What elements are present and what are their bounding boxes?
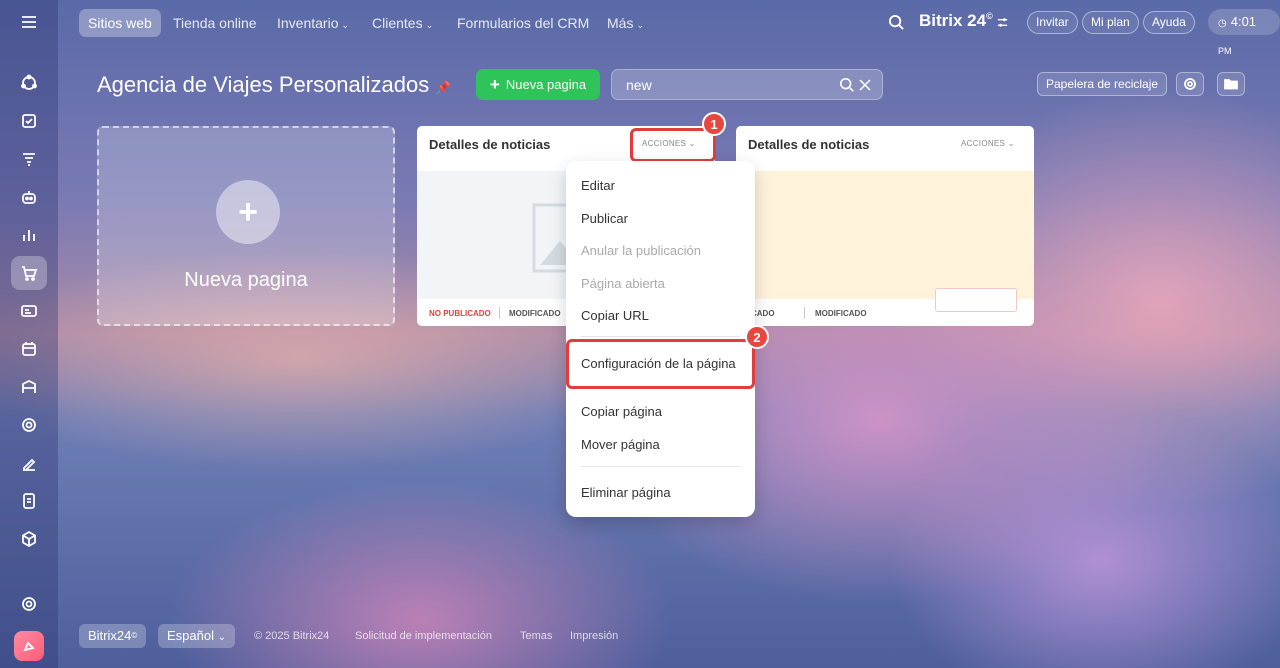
app-icon[interactable] <box>14 631 44 661</box>
highlight-actions <box>630 128 716 162</box>
search-field[interactable] <box>611 69 883 100</box>
inventory-icon[interactable] <box>11 522 47 556</box>
footer-link-themes[interactable]: Temas <box>520 630 552 642</box>
menu-item-pagina-abierta: Página abierta <box>581 276 665 291</box>
invite-button[interactable]: Invitar <box>1027 11 1078 34</box>
tab-sitios-web[interactable]: Sitios web <box>79 9 161 37</box>
menu-item-copiar-pagina[interactable]: Copiar página <box>581 404 662 419</box>
menu-item-eliminar-pagina[interactable]: Eliminar página <box>581 485 671 500</box>
clear-icon[interactable] <box>859 79 871 91</box>
actions-button[interactable]: ACCIONES ⌄ <box>961 139 1015 148</box>
tab-formularios-crm[interactable]: Formularios del CRM <box>448 9 598 37</box>
menu-item-mover-pagina[interactable]: Mover página <box>581 437 660 452</box>
goals-icon[interactable] <box>11 408 47 442</box>
company-icon[interactable] <box>11 370 47 404</box>
plus-icon: + <box>489 74 500 94</box>
step-badge-2: 2 <box>745 325 769 349</box>
settings-icon[interactable] <box>11 587 47 621</box>
folder-button[interactable] <box>1217 72 1245 96</box>
status-badge: NO PUBLICADO <box>429 309 491 318</box>
menu-item-editar[interactable]: Editar <box>581 178 615 193</box>
menu-icon[interactable] <box>11 5 47 39</box>
menu-item-publicar[interactable]: Publicar <box>581 211 628 226</box>
chevron-down-icon: ⌄ <box>217 632 226 643</box>
footer-link-implementation[interactable]: Solicitud de implementación <box>355 630 492 642</box>
modified-label: MODIFICADO <box>509 309 561 318</box>
card-footer: PUBLICADO MODIFICADO <box>736 300 1034 326</box>
activity-stream-icon[interactable] <box>11 66 47 100</box>
new-page-card[interactable]: + Nueva pagina <box>97 126 395 326</box>
tab-tienda-online[interactable]: Tienda online <box>164 9 266 37</box>
menu-divider <box>581 336 740 337</box>
bitrix-logo[interactable]: Bitrix 24© <box>919 11 993 31</box>
card-title: Detalles de noticias <box>748 137 870 152</box>
search-icon[interactable] <box>839 77 855 93</box>
new-page-card-label: Nueva pagina <box>184 269 308 291</box>
left-sidebar <box>0 0 58 668</box>
tab-clientes[interactable]: Clientes ⌄ <box>363 9 442 37</box>
tab-inventario[interactable]: Inventario ⌄ <box>268 9 358 37</box>
page-card-2[interactable]: Detalles de noticias ACCIONES ⌄ PUBLICAD… <box>736 126 1034 326</box>
card-title: Detalles de noticias <box>429 137 551 152</box>
language-selector[interactable]: Español ⌄ <box>158 624 235 648</box>
footer-brand-button[interactable]: Bitrix24© <box>79 624 147 648</box>
menu-item-copiar-url[interactable]: Copiar URL <box>581 308 649 323</box>
menu-divider <box>581 466 740 467</box>
new-page-button[interactable]: + Nueva pagina <box>476 69 600 100</box>
crm-icon[interactable] <box>11 142 47 176</box>
divider <box>499 307 500 319</box>
top-navigation: Sitios web Tienda online Inventario ⌄ Cli… <box>58 0 1280 56</box>
forms-icon[interactable] <box>11 484 47 518</box>
analytics-icon[interactable] <box>11 218 47 252</box>
gear-icon <box>1184 78 1196 90</box>
plus-icon: + <box>216 180 280 244</box>
chevron-down-icon: ⌄ <box>1007 139 1015 148</box>
tab-mas[interactable]: Más ⌄ <box>598 9 653 37</box>
copilot-icon[interactable] <box>11 180 47 214</box>
page-title: Agencia de Viajes Personalizados 📌 <box>97 72 452 97</box>
filter-settings-icon[interactable] <box>996 16 1009 29</box>
sign-icon[interactable] <box>11 446 47 480</box>
my-plan-button[interactable]: Mi plan <box>1082 11 1139 34</box>
chevron-down-icon: ⌄ <box>425 20 434 30</box>
pin-icon[interactable]: 📌 <box>435 80 451 95</box>
modified-label: MODIFICADO <box>815 309 867 318</box>
contact-center-icon[interactable] <box>11 294 47 328</box>
divider <box>804 307 805 319</box>
search-icon[interactable] <box>888 14 905 31</box>
footer-link-imprint[interactable]: Impresión <box>570 630 618 642</box>
chevron-down-icon: ⌄ <box>341 20 350 30</box>
highlight-page-settings <box>566 339 755 389</box>
folder-icon <box>1224 79 1238 90</box>
search-input[interactable] <box>626 76 826 94</box>
settings-button[interactable] <box>1176 72 1204 96</box>
step-badge-1: 1 <box>702 112 726 136</box>
menu-item-anular-publicacion: Anular la publicación <box>581 243 701 258</box>
chevron-down-icon: ⌄ <box>636 20 644 30</box>
calendar-icon[interactable] <box>11 332 47 366</box>
footer-copyright: © 2025 Bitrix24 <box>254 630 330 642</box>
store-icon[interactable] <box>11 256 47 290</box>
tasks-icon[interactable] <box>11 104 47 138</box>
help-button[interactable]: Ayuda <box>1143 11 1195 34</box>
clock-widget[interactable]: ◷ 4:01 PM <box>1208 9 1280 56</box>
clock-icon: ◷ <box>1218 18 1227 29</box>
page-preview <box>736 171 1034 299</box>
recycle-bin-button[interactable]: Papelera de reciclaje <box>1037 72 1168 96</box>
